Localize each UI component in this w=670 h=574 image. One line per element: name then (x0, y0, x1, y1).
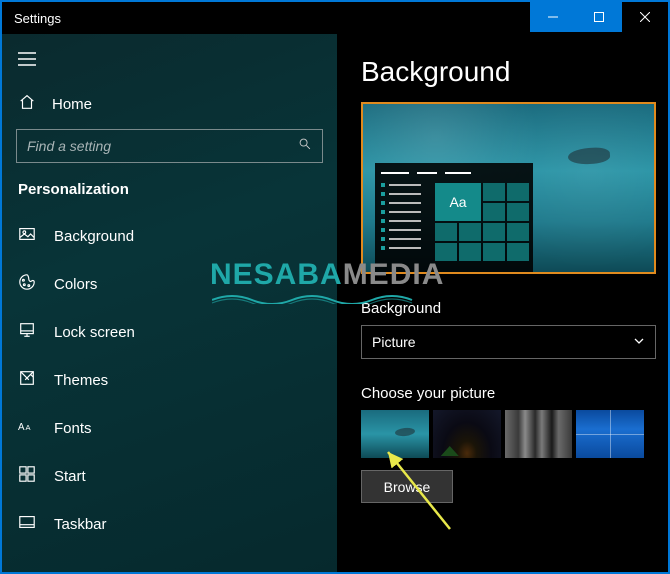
search-input[interactable] (27, 138, 255, 154)
window-title: Settings (2, 11, 61, 26)
nav-item-themes[interactable]: Themes (2, 356, 337, 404)
search-icon (298, 137, 312, 156)
nav-item-taskbar[interactable]: Taskbar (2, 500, 337, 548)
content-pane: Background (337, 34, 668, 572)
nav-item-fonts[interactable]: AA Fonts (2, 404, 337, 452)
settings-window: Settings Home (0, 0, 670, 574)
start-menu-preview: Aa (375, 163, 533, 272)
nav-label: Themes (54, 372, 108, 389)
background-type-dropdown[interactable]: Picture (361, 325, 656, 359)
home-icon (18, 93, 36, 115)
sidebar: Home Personalization Background Colors L… (2, 34, 337, 572)
nav-label: Colors (54, 276, 97, 293)
home-nav[interactable]: Home (2, 83, 337, 129)
browse-label: Browse (384, 479, 431, 495)
section-title: Personalization (2, 181, 337, 212)
background-dropdown-label: Background (361, 300, 644, 317)
start-icon (18, 465, 36, 487)
picture-thumb-3[interactable] (505, 410, 573, 458)
minimize-button[interactable] (530, 2, 576, 32)
nav-item-lock-screen[interactable]: Lock screen (2, 308, 337, 356)
page-title: Background (361, 56, 644, 88)
picture-thumb-1[interactable] (361, 410, 429, 458)
nav-label: Background (54, 228, 134, 245)
nav-label: Fonts (54, 420, 92, 437)
background-preview: Aa (361, 102, 656, 274)
picture-thumb-4[interactable] (576, 410, 644, 458)
nav-label: Lock screen (54, 324, 135, 341)
nav-label: Start (54, 468, 86, 485)
picture-thumb-2[interactable] (433, 410, 501, 458)
taskbar-icon (18, 513, 36, 535)
svg-text:A: A (26, 423, 31, 432)
nav-item-background[interactable]: Background (2, 212, 337, 260)
svg-text:A: A (18, 422, 25, 433)
palette-icon (18, 273, 36, 295)
themes-icon (18, 369, 36, 391)
window-title-text: Settings (14, 11, 61, 26)
chevron-down-icon (633, 334, 645, 350)
fonts-icon: AA (18, 417, 36, 439)
picture-thumbnails (361, 410, 644, 458)
titlebar: Settings (2, 2, 668, 34)
browse-button[interactable]: Browse (361, 470, 453, 503)
nav-label: Taskbar (54, 516, 107, 533)
window-controls (530, 2, 668, 34)
close-button[interactable] (622, 2, 668, 32)
hamburger-menu-button[interactable] (2, 44, 337, 83)
preview-aa-tile: Aa (435, 183, 481, 221)
dropdown-value: Picture (372, 334, 416, 350)
preview-subject (567, 147, 610, 166)
nav-item-colors[interactable]: Colors (2, 260, 337, 308)
lock-screen-icon (18, 321, 36, 343)
nav-item-start[interactable]: Start (2, 452, 337, 500)
search-box[interactable] (16, 129, 323, 163)
choose-picture-label: Choose your picture (361, 385, 644, 402)
picture-icon (18, 225, 36, 247)
maximize-button[interactable] (576, 2, 622, 32)
home-label: Home (52, 96, 92, 113)
